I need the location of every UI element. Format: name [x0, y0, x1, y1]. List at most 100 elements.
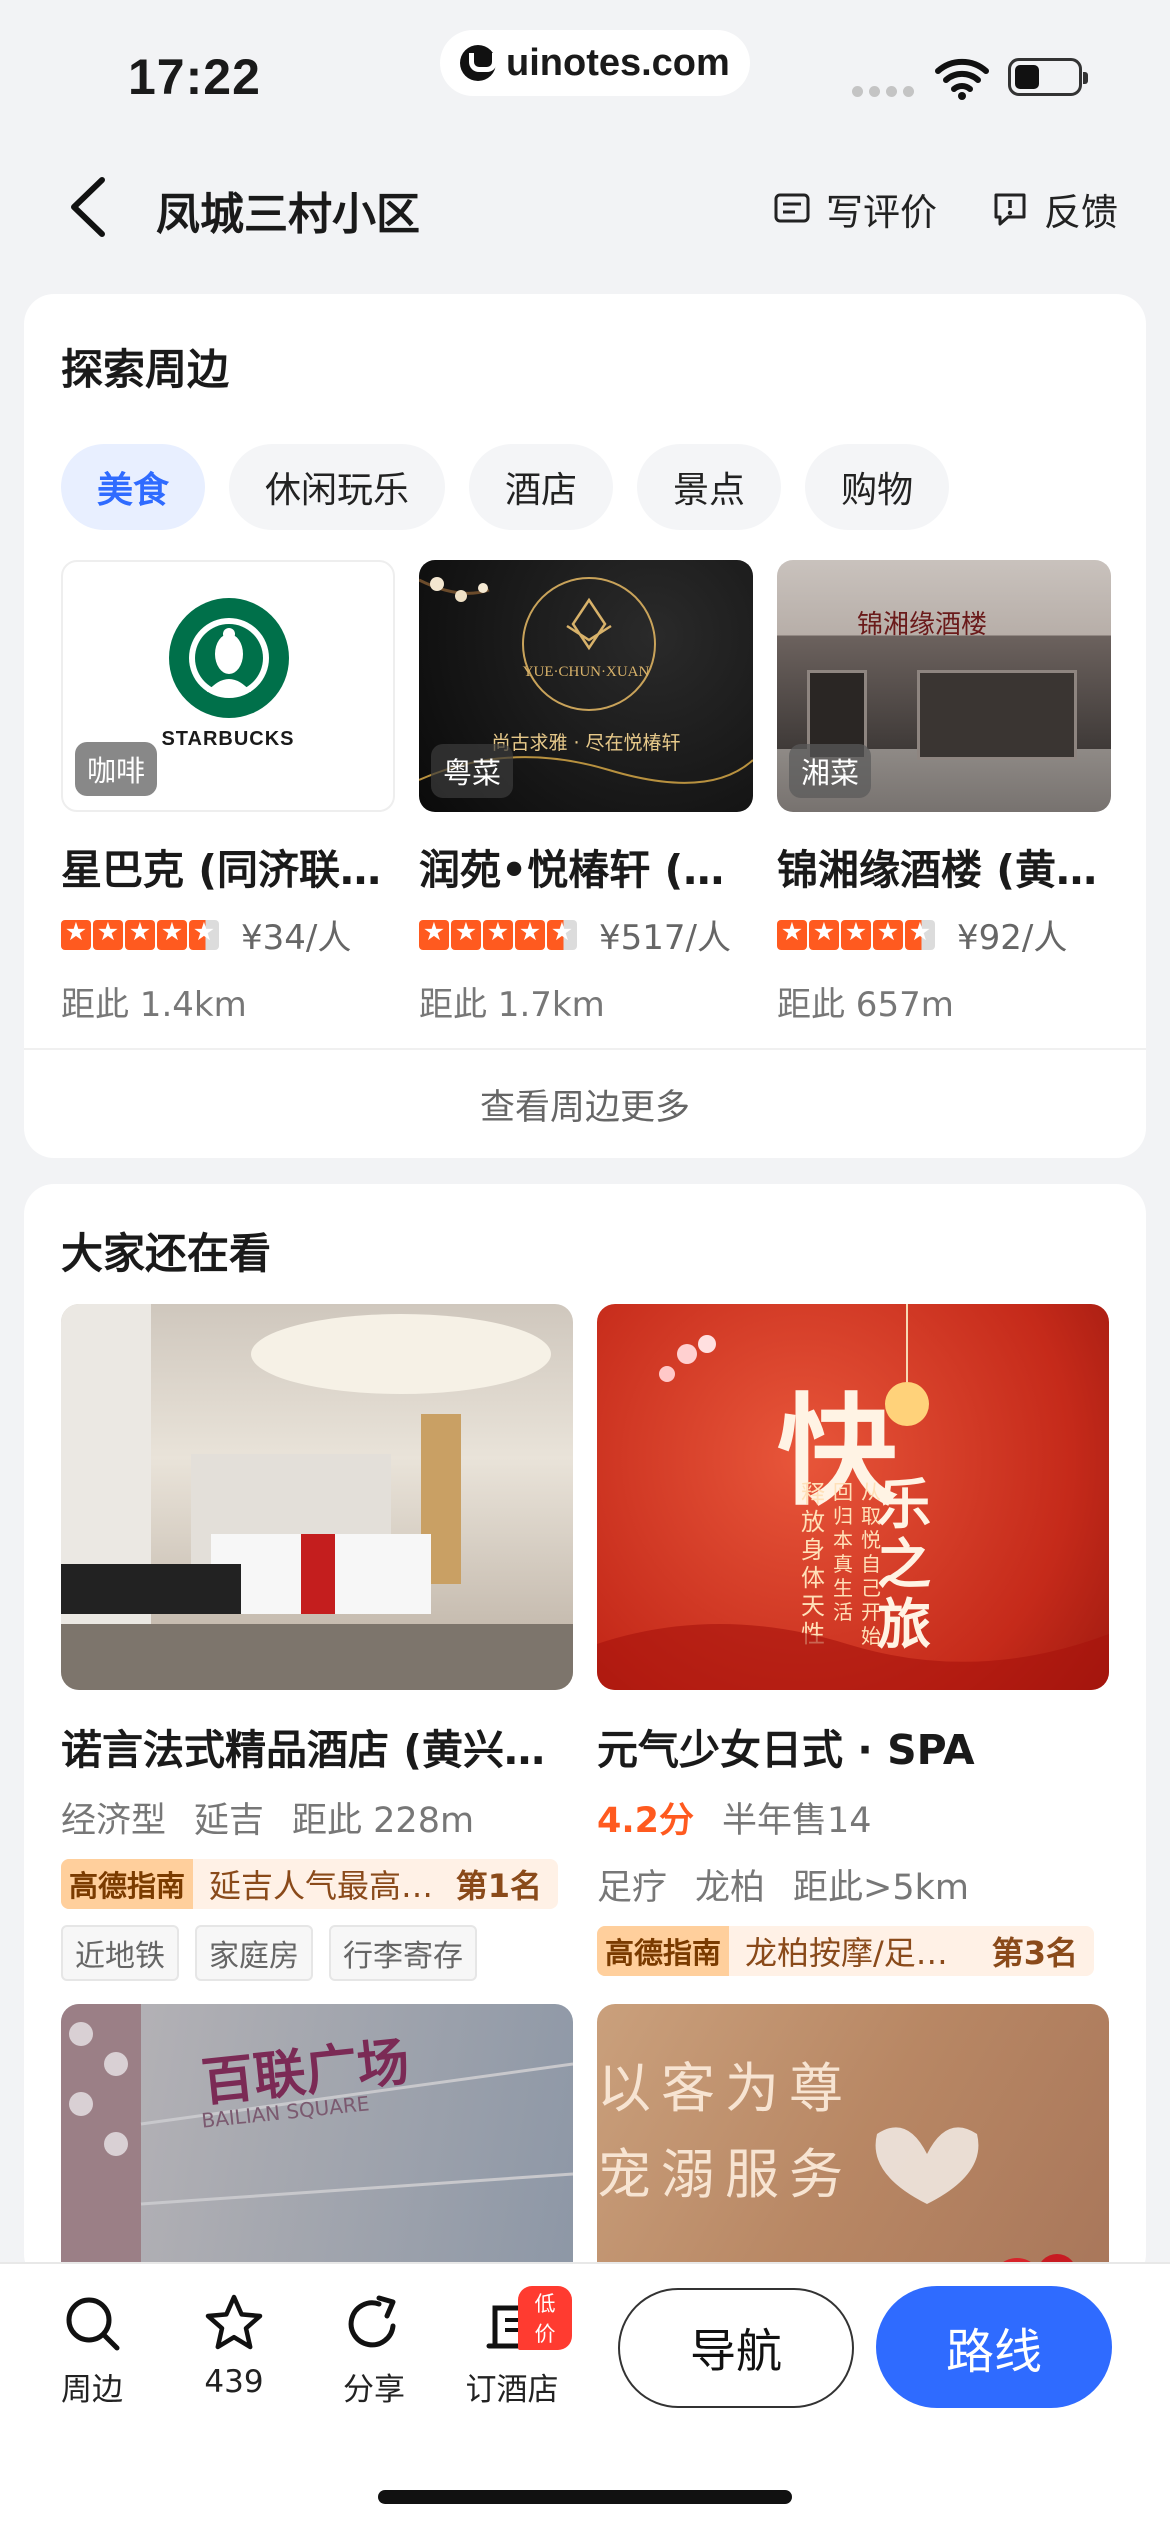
write-review-label: 写评价	[826, 191, 937, 234]
mall-image: 百联广场 BAILIAN SQUARE	[61, 2004, 573, 2284]
hotel-type: 经济型	[61, 1801, 167, 1841]
guide-badge: 高德指南	[597, 1926, 730, 1976]
poi-image-jinxiangyuan: 锦湘缘酒楼 湘菜	[777, 560, 1111, 812]
poi-image-starbucks: STARBUCKS 咖啡	[61, 560, 395, 812]
chip-hotel[interactable]: 酒店	[469, 444, 614, 530]
nav-header: 凤城三村小区 写评价 反馈	[0, 160, 1170, 252]
ranking-text: 龙柏按摩/足…	[745, 1934, 948, 1972]
rating-score: 4.2分	[597, 1801, 695, 1841]
explore-title: 探索周边	[61, 345, 230, 394]
poi-name: 星巴克 (同济联…	[61, 846, 382, 894]
rating-stars	[61, 917, 219, 950]
feedback-label: 反馈	[1044, 191, 1118, 234]
poi-card[interactable]: YUE·CHUN·XUAN 尚古求雅 · 尽在悦椿轩 粤菜 润苑•悦椿轩 (… …	[419, 560, 753, 1026]
poi-distance: 距此 657m	[777, 985, 954, 1025]
review-icon	[774, 193, 810, 223]
favorite-count: 439	[204, 2364, 264, 2400]
poi-category-tag: 咖啡	[75, 742, 158, 796]
status-bar: 17:22 uinotes.com	[0, 0, 1170, 140]
ranking-banner[interactable]: 高德指南 龙柏按摩/足… 第3名	[597, 1926, 1094, 1976]
storefront-sign: 锦湘缘酒楼	[857, 610, 988, 640]
poi-card[interactable]: STARBUCKS 咖啡 星巴克 (同济联… ¥34/人 距此 1.4km	[61, 560, 395, 1026]
massage-decoration	[875, 2127, 1077, 2284]
hotel-area: 延吉	[194, 1801, 265, 1841]
poi-logo-text: YUE·CHUN·XUAN	[522, 664, 650, 680]
feedback-icon	[994, 193, 1026, 226]
ranking-text: 延吉人气最高…	[209, 1867, 434, 1905]
recommend-item[interactable]: 快 乐之旅 释放身体天性 回归本真生活 从取悦自己开始 元气少女日式 · SPA…	[597, 1304, 1109, 1976]
feature-tags: 近地铁 家庭房 行李寄存	[61, 1925, 573, 1981]
cellular-signal-icon	[852, 86, 914, 97]
route-button[interactable]: 路线	[876, 2286, 1112, 2408]
poi-list: STARBUCKS 咖啡 星巴克 (同济联… ¥34/人 距此 1.4km	[61, 560, 1111, 1026]
recommend-name: 元气少女日式 · SPA	[597, 1726, 975, 1774]
sales-count: 半年售14	[722, 1801, 872, 1841]
also-viewing-card: 大家还在看 诺言法式精品酒店 (黄兴… 经济型 延吉 距此 228m 高德指南 …	[24, 1184, 1146, 2284]
ranking-banner[interactable]: 高德指南 延吉人气最高… 第1名	[61, 1859, 558, 1909]
hotel-distance: 距此 228m	[292, 1801, 475, 1841]
tag: 行李寄存	[329, 1925, 477, 1981]
category-chips: 美食 休闲玩乐 酒店 景点 购物	[61, 444, 950, 530]
status-time: 17:22	[128, 49, 261, 105]
chip-scenic[interactable]: 景点	[637, 444, 782, 530]
guide-badge: 高德指南	[61, 1859, 194, 1909]
poi-price: ¥34/人	[241, 918, 352, 958]
poi-name: 润苑•悦椿轩 (…	[419, 846, 725, 894]
spa-type: 足疗	[597, 1868, 668, 1908]
ranking-number: 第1名	[455, 1867, 542, 1905]
tab-label: 订酒店	[465, 2372, 559, 2408]
spa-distance: 距此>5km	[793, 1868, 969, 1908]
poi-name: 锦湘缘酒楼 (黄…	[777, 846, 1098, 894]
watermark-logo-icon	[460, 45, 497, 81]
explore-nearby-card: 探索周边 美食 休闲玩乐 酒店 景点 购物 STARBUCKS 咖啡 星巴克 (…	[24, 294, 1146, 1158]
hotel-room-image	[61, 1304, 573, 1690]
poi-price: ¥517/人	[599, 918, 731, 958]
search-icon	[66, 2297, 120, 2351]
page-title: 凤城三村小区	[156, 189, 420, 240]
poi-card[interactable]: 锦湘缘酒楼 湘菜 锦湘缘酒楼 (黄… ¥92/人 距此 657m	[777, 560, 1111, 1026]
recommend-name: 诺言法式精品酒店 (黄兴…	[61, 1726, 546, 1774]
spa-poster-image: 快 乐之旅 释放身体天性 回归本真生活 从取悦自己开始	[597, 1304, 1109, 1690]
recommend-item[interactable]: 百联广场 BAILIAN SQUARE	[61, 2004, 573, 2284]
poi-price: ¥92/人	[957, 918, 1068, 958]
chip-food[interactable]: 美食	[61, 444, 206, 530]
tab-share[interactable]: 分享	[314, 2292, 434, 2409]
feedback-button[interactable]: 反馈	[990, 182, 1118, 236]
tab-label: 周边	[61, 2372, 123, 2408]
massage-image: 以客为尊 宠溺服务	[597, 2004, 1109, 2284]
poi-category-tag: 湘菜	[789, 744, 872, 798]
poster-decoration	[597, 1304, 1109, 1690]
tab-label: 分享	[343, 2372, 405, 2408]
tab-favorite[interactable]: 439	[174, 2292, 294, 2400]
tab-nearby[interactable]: 周边	[32, 2292, 152, 2409]
spa-area: 龙柏	[695, 1868, 766, 1908]
tag: 家庭房	[195, 1925, 313, 1981]
watermark: uinotes.com	[440, 30, 750, 96]
chip-shopping[interactable]: 购物	[805, 444, 950, 530]
starbucks-logo	[169, 598, 289, 718]
watermark-text: uinotes.com	[506, 41, 730, 84]
battery-icon	[1008, 58, 1088, 96]
ranking-number: 第3名	[991, 1934, 1078, 1972]
back-arrow-icon[interactable]	[62, 174, 118, 240]
poi-distance: 距此 1.4km	[61, 985, 247, 1025]
home-indicator[interactable]	[378, 2490, 792, 2504]
low-price-badge: 低价	[518, 2286, 572, 2350]
tag: 近地铁	[61, 1925, 179, 1981]
navigate-button[interactable]: 导航	[618, 2288, 854, 2408]
hotel-room-illustration	[61, 1304, 573, 1690]
see-more-nearby-button[interactable]: 查看周边更多	[24, 1048, 1146, 1158]
share-icon	[348, 2295, 396, 2348]
star-icon	[205, 2294, 263, 2350]
poi-category-tag: 粤菜	[431, 744, 514, 798]
also-viewing-title: 大家还在看	[61, 1229, 272, 1278]
rating-stars	[777, 917, 935, 950]
recommend-item[interactable]: 诺言法式精品酒店 (黄兴… 经济型 延吉 距此 228m 高德指南 延吉人气最高…	[61, 1304, 573, 1981]
tab-book-hotel[interactable]: 低价 订酒店	[452, 2286, 572, 2409]
wifi-icon	[935, 58, 989, 100]
write-review-button[interactable]: 写评价	[772, 182, 937, 236]
recommend-item[interactable]: 以客为尊 宠溺服务	[597, 2004, 1109, 2284]
chip-leisure[interactable]: 休闲玩乐	[229, 444, 446, 530]
rating-stars	[419, 917, 577, 950]
poi-image-yuechunxuan: YUE·CHUN·XUAN 尚古求雅 · 尽在悦椿轩 粤菜	[419, 560, 753, 812]
